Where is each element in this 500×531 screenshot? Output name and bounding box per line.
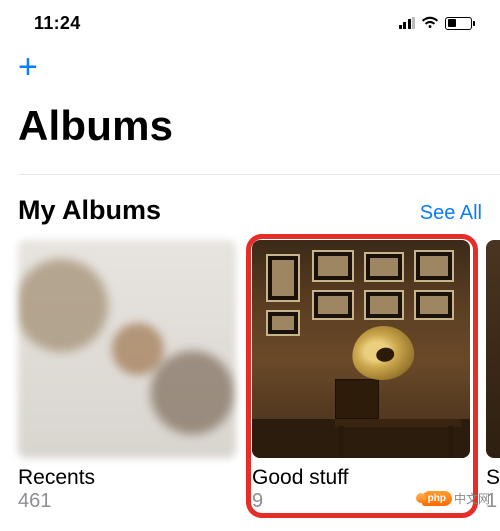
album-thumbnail[interactable] — [252, 240, 470, 458]
battery-icon — [445, 17, 472, 30]
section-header: My Albums See All — [0, 175, 500, 240]
see-all-link[interactable]: See All — [420, 202, 482, 225]
album-name: S — [486, 466, 500, 490]
status-time: 11:24 — [34, 13, 81, 34]
header: + Albums — [0, 40, 500, 158]
album-recents[interactable]: Recents 461 — [18, 240, 236, 513]
album-partial[interactable]: S 1 — [486, 240, 500, 513]
album-count: 461 — [18, 490, 236, 513]
page-title: Albums — [18, 102, 482, 150]
album-thumbnail[interactable] — [486, 240, 500, 458]
album-thumbnail[interactable] — [18, 240, 236, 458]
album-name: Good stuff — [252, 466, 470, 490]
cellular-signal-icon — [399, 17, 416, 29]
wifi-icon — [421, 16, 439, 30]
section-title: My Albums — [18, 195, 161, 226]
album-good-stuff[interactable]: Good stuff 9 — [252, 240, 470, 513]
status-bar: 11:24 — [0, 0, 500, 40]
watermark: php 中文网 — [422, 490, 490, 507]
watermark-badge: php — [422, 491, 452, 506]
status-icons — [399, 16, 473, 30]
albums-row: Recents 461 Good stuff 9 S 1 — [0, 240, 500, 513]
album-name: Recents — [18, 466, 236, 490]
add-button[interactable]: + — [18, 50, 50, 84]
watermark-text: 中文网 — [454, 490, 490, 507]
